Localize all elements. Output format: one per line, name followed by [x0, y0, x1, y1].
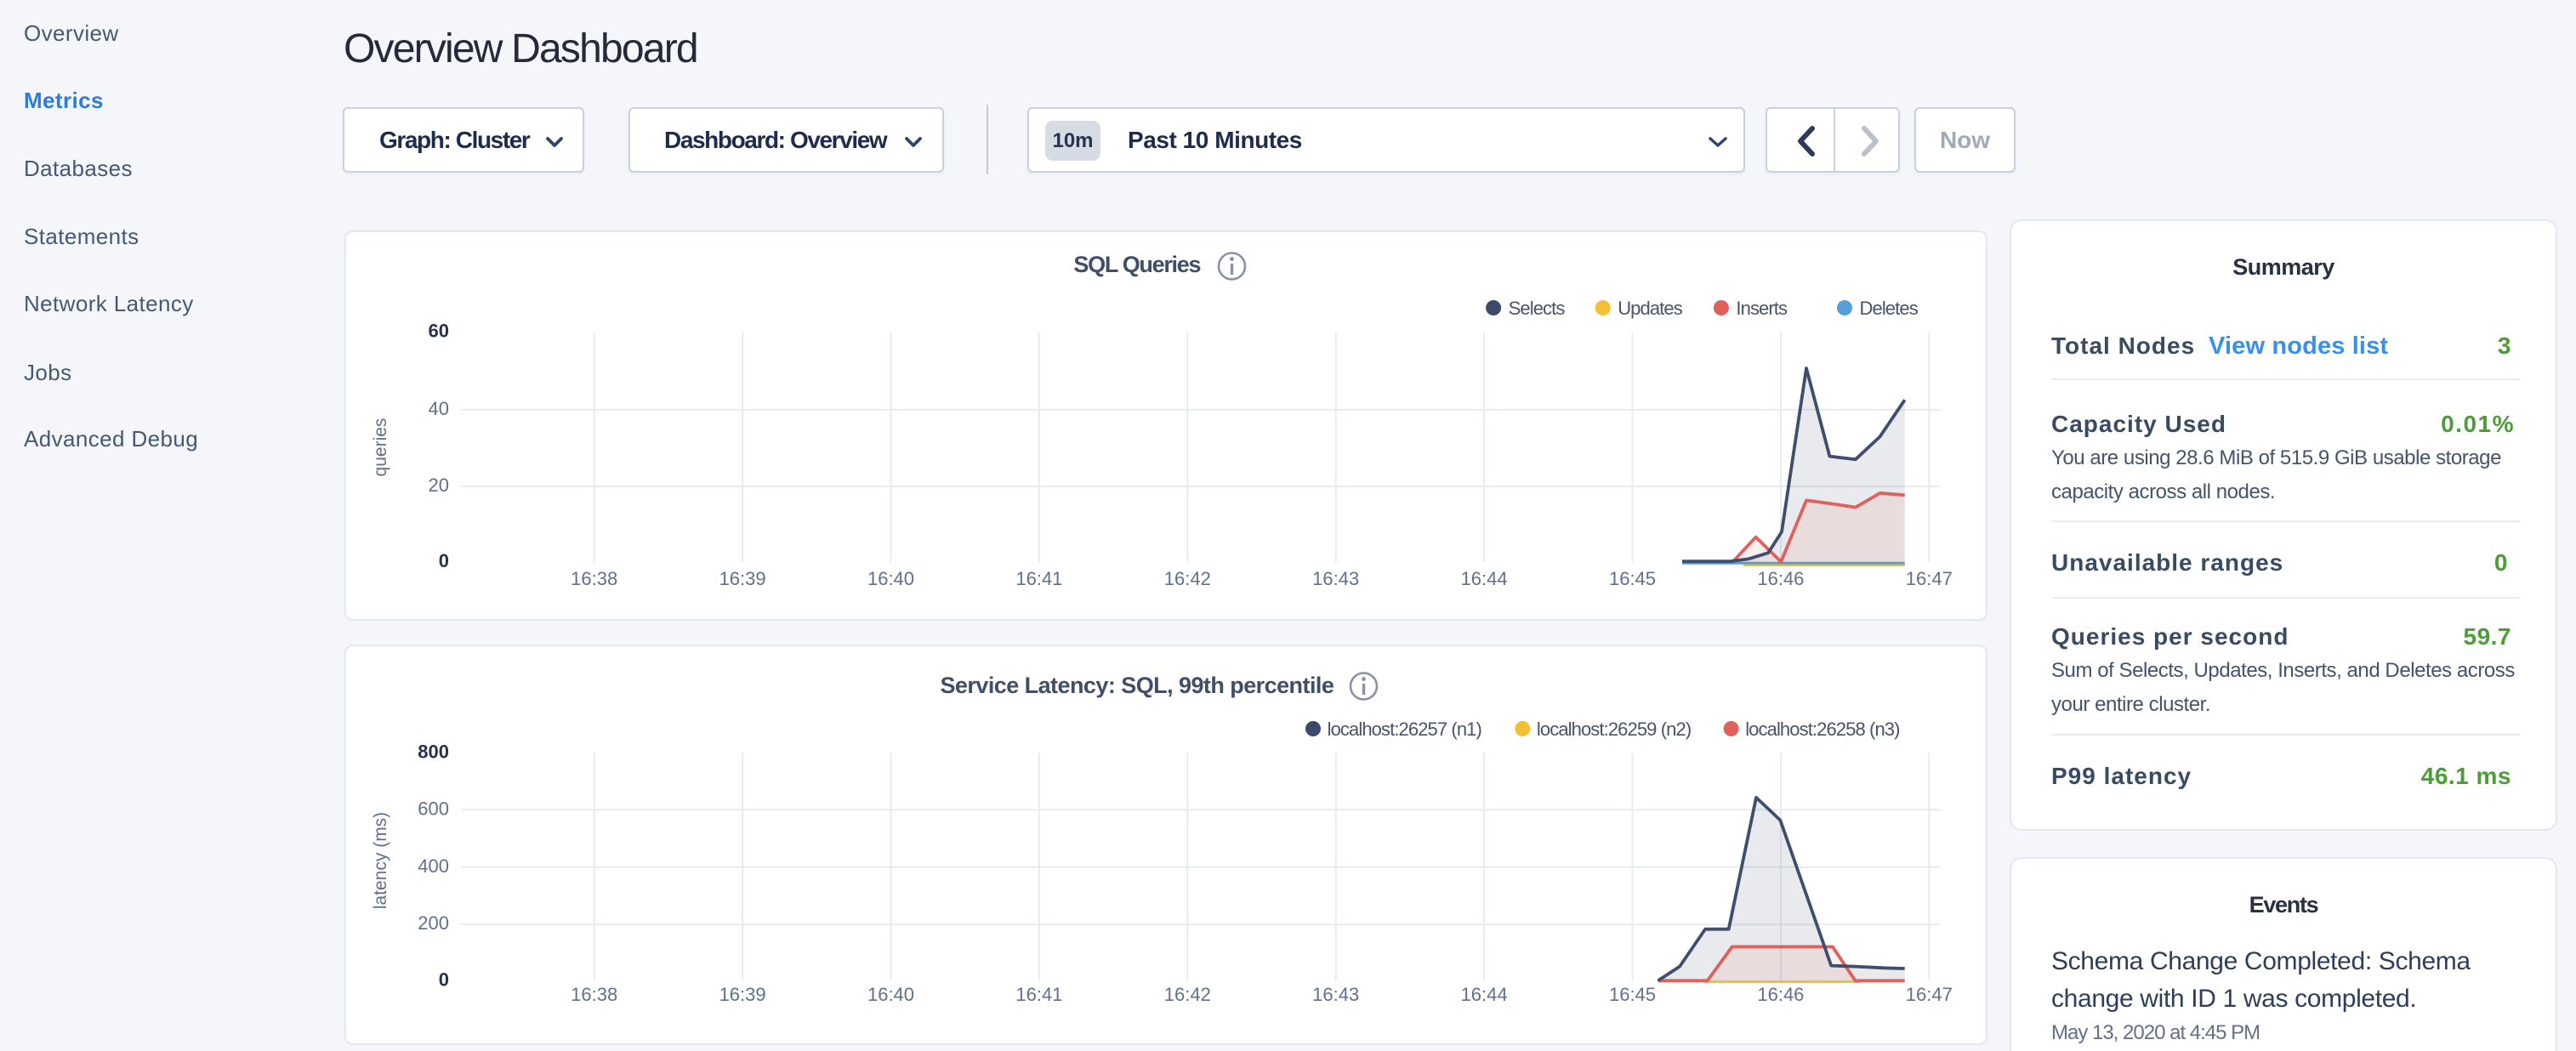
svg-text:16:43: 16:43: [1312, 568, 1359, 589]
svg-text:400: 400: [418, 855, 449, 877]
svg-text:localhost:26257 (n1): localhost:26257 (n1): [1328, 719, 1481, 740]
svg-text:Inserts: Inserts: [1736, 298, 1788, 319]
svg-text:16:42: 16:42: [1164, 568, 1211, 589]
svg-text:200: 200: [418, 912, 449, 934]
svg-text:0: 0: [439, 550, 449, 571]
svg-text:16:47: 16:47: [1906, 568, 1953, 589]
svg-text:20: 20: [429, 474, 449, 496]
svg-text:Selects: Selects: [1509, 298, 1566, 319]
svg-text:60: 60: [429, 321, 449, 342]
svg-text:16:46: 16:46: [1757, 984, 1804, 1005]
svg-text:16:45: 16:45: [1609, 568, 1656, 589]
svg-text:16:40: 16:40: [867, 568, 914, 589]
svg-text:600: 600: [418, 798, 449, 819]
svg-text:16:44: 16:44: [1461, 568, 1508, 589]
svg-text:latency (ms): latency (ms): [371, 812, 390, 909]
svg-text:16:45: 16:45: [1609, 984, 1656, 1005]
svg-text:16:46: 16:46: [1757, 568, 1804, 589]
svg-text:16:38: 16:38: [571, 984, 617, 1005]
svg-text:16:39: 16:39: [719, 568, 766, 589]
svg-text:Updates: Updates: [1618, 298, 1683, 319]
svg-text:16:40: 16:40: [867, 984, 914, 1005]
svg-text:16:41: 16:41: [1015, 984, 1062, 1005]
svg-text:queries: queries: [371, 418, 390, 477]
svg-text:SQL Queries: SQL Queries: [1073, 252, 1200, 277]
svg-text:40: 40: [429, 398, 449, 419]
svg-text:16:38: 16:38: [571, 568, 617, 589]
svg-text:16:43: 16:43: [1312, 984, 1359, 1005]
svg-text:800: 800: [418, 741, 449, 762]
svg-text:16:39: 16:39: [719, 984, 766, 1005]
svg-text:16:41: 16:41: [1015, 568, 1062, 589]
svg-text:16:47: 16:47: [1906, 984, 1953, 1005]
svg-text:16:42: 16:42: [1164, 984, 1211, 1005]
svg-text:0: 0: [439, 969, 449, 990]
svg-text:localhost:26259 (n2): localhost:26259 (n2): [1537, 719, 1691, 740]
svg-text:localhost:26258 (n3): localhost:26258 (n3): [1745, 719, 1899, 740]
svg-text:Deletes: Deletes: [1860, 298, 1919, 319]
svg-text:Service Latency: SQL, 99th per: Service Latency: SQL, 99th percentile: [940, 673, 1333, 698]
svg-text:16:44: 16:44: [1461, 984, 1508, 1005]
